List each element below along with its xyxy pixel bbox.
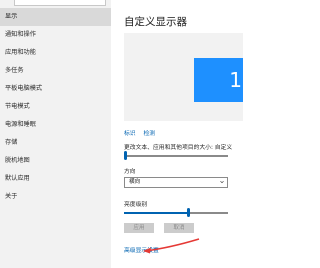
sidebar-item-label: 多任务 xyxy=(5,67,24,74)
search-box[interactable] xyxy=(14,0,106,6)
slider-track xyxy=(127,155,228,157)
sidebar-item-label: 平板电脑模式 xyxy=(5,85,43,92)
page-title: 自定义显示器 xyxy=(124,16,187,28)
monitor-number: 1 xyxy=(229,68,242,92)
orientation-dropdown[interactable]: 横向 xyxy=(124,177,228,188)
sidebar-item-default-apps[interactable]: 默认应用 xyxy=(0,170,111,188)
sidebar-item-power-sleep[interactable]: 电源和睡眠 xyxy=(0,116,111,134)
sidebar-item-label: 节电模式 xyxy=(5,103,30,110)
sidebar-item-label: 存储 xyxy=(5,139,18,146)
sidebar-item-label: 默认应用 xyxy=(5,175,30,182)
sidebar-item-label: 通知和操作 xyxy=(5,31,36,38)
sidebar-item-multitasking[interactable]: 多任务 xyxy=(0,62,111,80)
main-panel: 自定义显示器 1 标识 检测 更改文本、应用和其他项目的大小: 自定义 方向 横… xyxy=(111,0,243,268)
sidebar-item-about[interactable]: 关于 xyxy=(0,188,111,206)
sidebar-item-label: 关于 xyxy=(5,193,18,200)
link-row: 标识 检测 xyxy=(124,128,161,137)
detect-link[interactable]: 检测 xyxy=(143,131,155,137)
slider-thumb[interactable] xyxy=(187,208,190,217)
sidebar: 显示 通知和操作 应用和功能 多任务 平板电脑模式 节电模式 电源和睡眠 存储 … xyxy=(0,0,111,268)
cancel-button[interactable]: 取消 xyxy=(164,223,194,233)
sidebar-item-apps[interactable]: 应用和功能 xyxy=(0,44,111,62)
slider-thumb[interactable] xyxy=(124,151,127,160)
brightness-slider[interactable] xyxy=(124,208,228,217)
sidebar-item-offline-maps[interactable]: 脱机地图 xyxy=(0,152,111,170)
sidebar-item-display[interactable]: 显示 xyxy=(0,8,111,26)
identify-link[interactable]: 标识 xyxy=(124,131,136,137)
slider-track xyxy=(190,212,228,214)
apply-button[interactable]: 应用 xyxy=(124,223,154,233)
sidebar-item-label: 电源和睡眠 xyxy=(5,121,36,128)
chevron-down-icon xyxy=(220,181,224,184)
slider-track-filled xyxy=(124,212,187,214)
sidebar-top xyxy=(0,0,111,6)
sidebar-item-tablet-mode[interactable]: 平板电脑模式 xyxy=(0,80,111,98)
brightness-label: 亮度级别 xyxy=(124,202,148,208)
orientation-value: 横向 xyxy=(129,179,141,185)
sidebar-item-notifications[interactable]: 通知和操作 xyxy=(0,26,111,44)
sidebar-item-label: 脱机地图 xyxy=(5,157,30,164)
sidebar-item-battery-saver[interactable]: 节电模式 xyxy=(0,98,111,116)
monitor-tile[interactable]: 1 xyxy=(194,58,243,102)
scale-slider[interactable] xyxy=(124,151,228,160)
orientation-label: 方向 xyxy=(124,169,136,175)
annotation-arrow-icon xyxy=(143,238,200,254)
sidebar-item-label: 显示 xyxy=(5,13,18,20)
scale-label: 更改文本、应用和其他项目的大小: 自定义 xyxy=(124,145,233,151)
sidebar-item-label: 应用和功能 xyxy=(5,49,36,56)
sidebar-item-storage[interactable]: 存储 xyxy=(0,134,111,152)
